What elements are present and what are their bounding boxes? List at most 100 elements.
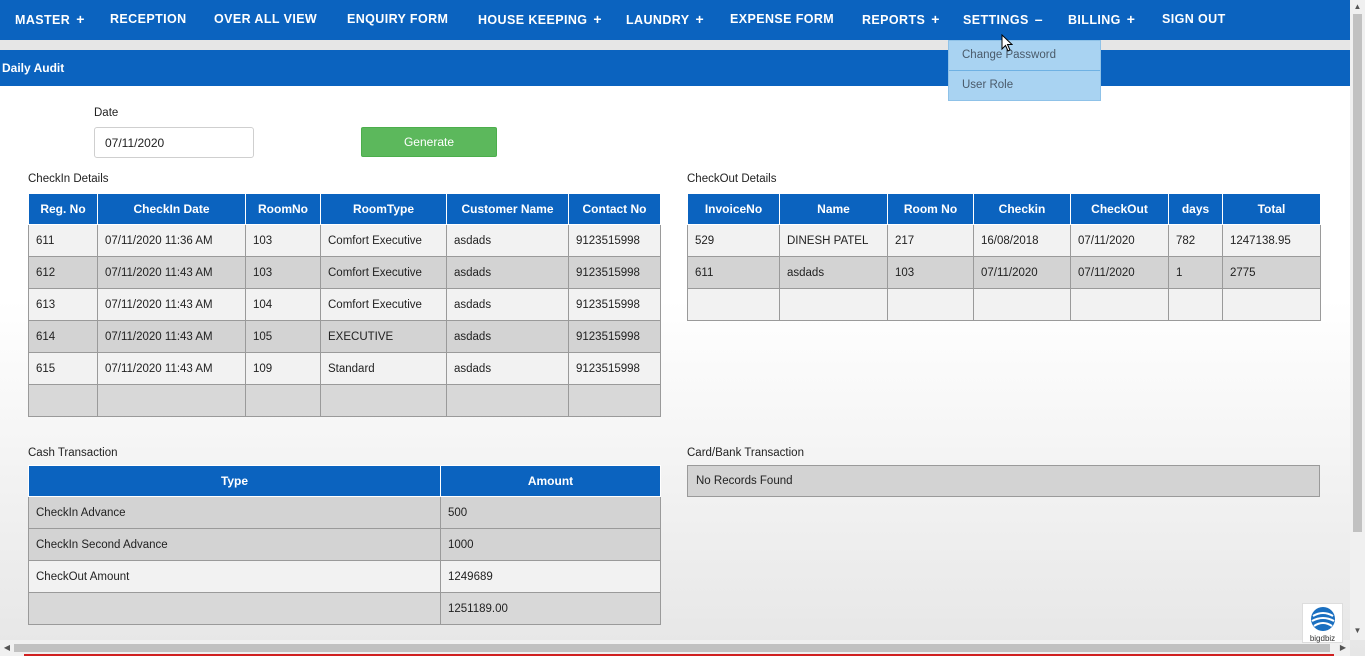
cell: 2775: [1222, 256, 1321, 289]
column-header[interactable]: Customer Name: [446, 193, 569, 225]
cell: 1: [1168, 256, 1223, 289]
cell: 1249689: [440, 560, 661, 593]
page-title: Daily Audit: [0, 50, 1350, 86]
cell: 103: [887, 256, 974, 289]
bigdbiz-logo: bigdbiz: [1302, 603, 1343, 643]
scroll-left-icon[interactable]: ◀: [0, 640, 14, 656]
cell: DINESH PATEL: [779, 224, 888, 257]
cell: 07/11/2020 11:43 AM: [97, 320, 246, 353]
cell: CheckIn Advance: [28, 496, 441, 529]
scroll-down-icon[interactable]: ▼: [1350, 624, 1365, 638]
table-header-row: InvoiceNo Name Room No Checkin CheckOut …: [687, 193, 1321, 225]
table-row-empty: [687, 288, 1321, 321]
logo-text: bigdbiz: [1309, 634, 1336, 643]
cell: [28, 592, 441, 625]
cell: 612: [28, 256, 98, 289]
date-input[interactable]: [94, 127, 254, 158]
cell: 07/11/2020: [973, 256, 1071, 289]
nav-expense-form[interactable]: EXPENSE FORM: [730, 0, 834, 40]
table-row[interactable]: 613 07/11/2020 11:43 AM 104 Comfort Exec…: [28, 288, 661, 321]
cell: 611: [28, 224, 98, 257]
cell: 615: [28, 352, 98, 385]
cash-table: Type Amount CheckIn Advance 500 CheckIn …: [28, 465, 661, 625]
column-header[interactable]: Type: [28, 465, 441, 497]
table-row[interactable]: 615 07/11/2020 11:43 AM 109 Standard asd…: [28, 352, 661, 385]
table-total-row: 1251189.00: [28, 592, 661, 625]
table-header-row: Type Amount: [28, 465, 661, 497]
cell: 613: [28, 288, 98, 321]
nav-reception[interactable]: RECEPTION: [110, 0, 187, 40]
cell: 109: [245, 352, 321, 385]
cell: 611: [687, 256, 780, 289]
column-header[interactable]: Amount: [440, 465, 661, 497]
scroll-up-icon[interactable]: ▲: [1350, 0, 1365, 14]
table-row[interactable]: 611 asdads 103 07/11/2020 07/11/2020 1 2…: [687, 256, 1321, 289]
nav-gap-strip: [0, 40, 1350, 50]
cell: 9123515998: [568, 256, 661, 289]
cell: Standard: [320, 352, 447, 385]
card-title: Card/Bank Transaction: [687, 447, 804, 459]
cash-title: Cash Transaction: [28, 447, 118, 459]
table-row[interactable]: 612 07/11/2020 11:43 AM 103 Comfort Exec…: [28, 256, 661, 289]
nav-master[interactable]: MASTER +: [15, 0, 85, 40]
column-header[interactable]: Room No: [887, 193, 974, 225]
nav-house-keeping[interactable]: HOUSE KEEPING +: [478, 0, 602, 40]
column-header[interactable]: InvoiceNo: [687, 193, 780, 225]
column-header[interactable]: CheckOut: [1070, 193, 1169, 225]
nav-over-all-view[interactable]: OVER ALL VIEW: [214, 0, 317, 40]
column-header[interactable]: Checkin: [973, 193, 1071, 225]
checkin-title: CheckIn Details: [28, 173, 109, 185]
checkout-table: InvoiceNo Name Room No Checkin CheckOut …: [687, 193, 1321, 321]
column-header[interactable]: Total: [1222, 193, 1321, 225]
table-row[interactable]: 611 07/11/2020 11:36 AM 103 Comfort Exec…: [28, 224, 661, 257]
table-row[interactable]: 529 DINESH PATEL 217 16/08/2018 07/11/20…: [687, 224, 1321, 257]
cell: 614: [28, 320, 98, 353]
vertical-scrollbar[interactable]: ▲ ▼: [1350, 0, 1365, 640]
cell: 07/11/2020 11:43 AM: [97, 256, 246, 289]
cell: CheckIn Second Advance: [28, 528, 441, 561]
scroll-thumb[interactable]: [1353, 14, 1362, 532]
cell: 07/11/2020 11:36 AM: [97, 224, 246, 257]
cell: 1247138.95: [1222, 224, 1321, 257]
nav-laundry[interactable]: LAUNDRY +: [626, 0, 704, 40]
cell: asdads: [446, 288, 569, 321]
cell: EXECUTIVE: [320, 320, 447, 353]
table-row[interactable]: CheckOut Amount 1249689: [28, 560, 661, 593]
cell: 9123515998: [568, 224, 661, 257]
cell: Comfort Executive: [320, 256, 447, 289]
cell: 500: [440, 496, 661, 529]
table-header-row: Reg. No CheckIn Date RoomNo RoomType Cus…: [28, 193, 661, 225]
nav-sign-out[interactable]: SIGN OUT: [1162, 0, 1226, 40]
column-header[interactable]: Name: [779, 193, 888, 225]
cell: asdads: [779, 256, 888, 289]
column-header[interactable]: RoomType: [320, 193, 447, 225]
cash-total: 1251189.00: [440, 592, 661, 625]
table-row[interactable]: 614 07/11/2020 11:43 AM 105 EXECUTIVE as…: [28, 320, 661, 353]
column-header[interactable]: Reg. No: [28, 193, 98, 225]
table-row[interactable]: CheckIn Advance 500: [28, 496, 661, 529]
cell: asdads: [446, 256, 569, 289]
cell: 16/08/2018: [973, 224, 1071, 257]
nav-enquiry-form[interactable]: ENQUIRY FORM: [347, 0, 448, 40]
cell: 103: [245, 224, 321, 257]
top-nav: MASTER + RECEPTION OVER ALL VIEW ENQUIRY …: [0, 0, 1350, 40]
menu-change-password[interactable]: Change Password: [949, 41, 1100, 71]
cell: 9123515998: [568, 320, 661, 353]
table-row[interactable]: CheckIn Second Advance 1000: [28, 528, 661, 561]
column-header[interactable]: CheckIn Date: [97, 193, 246, 225]
menu-user-role[interactable]: User Role: [949, 71, 1100, 101]
column-header[interactable]: days: [1168, 193, 1223, 225]
nav-reports[interactable]: REPORTS +: [862, 0, 940, 40]
mouse-cursor-icon: [1001, 33, 1014, 57]
nav-billing[interactable]: BILLING +: [1068, 0, 1135, 40]
cell: 529: [687, 224, 780, 257]
scroll-thumb[interactable]: [14, 644, 1330, 652]
column-header[interactable]: RoomNo: [245, 193, 321, 225]
cell: asdads: [446, 320, 569, 353]
generate-button[interactable]: Generate: [361, 127, 497, 157]
checkin-table: Reg. No CheckIn Date RoomNo RoomType Cus…: [28, 193, 661, 417]
column-header[interactable]: Contact No: [568, 193, 661, 225]
cell: 1000: [440, 528, 661, 561]
cell: 104: [245, 288, 321, 321]
cell: 9123515998: [568, 352, 661, 385]
